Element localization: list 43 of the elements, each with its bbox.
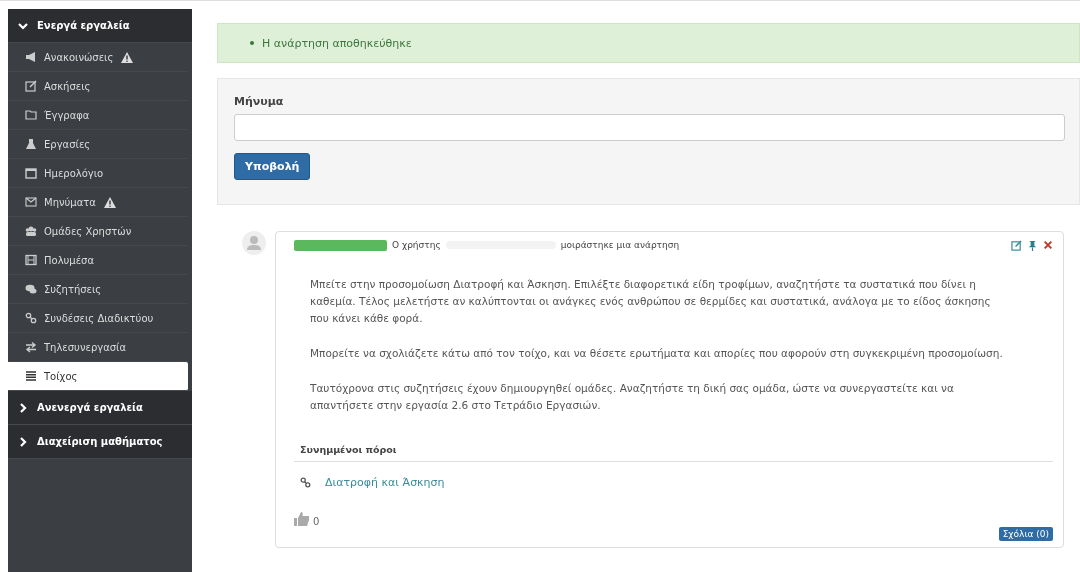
post-action: μοιράστηκε μια ανάρτηση: [560, 240, 680, 250]
section-header[interactable]: Ανενεργά εργαλεία: [8, 391, 192, 425]
resource-link[interactable]: Διατροφή και Άσκηση: [325, 476, 445, 489]
alert-message: Η ανάρτηση αποθηκεύθηκε: [262, 36, 412, 50]
author-prefix: Ο χρήστης: [392, 240, 441, 250]
thumbs-up-icon[interactable]: [294, 511, 310, 527]
sidebar-item[interactable]: Τοίχος: [8, 362, 188, 391]
sidebar-item[interactable]: Ημερολόγιο: [8, 159, 188, 188]
field-label: Μήνυμα: [234, 95, 284, 108]
post-paragraph: Μπείτε στην προσομοίωση Διατροφή και Άσκηση. Επιλέξτε διαφορετικά είδη τροφίμων, αναζητήστε τα συστατικά που δίνει η καθεμία. Τέλος μελετήστε αν καλύπτονται οι ανάγκες ενός ανθρώπου σε θερμίδες και συστατικά, ανάλογα με το είδος άσκησης που κάνει κάθε φορά.: [310, 277, 992, 326]
sidebar-item[interactable]: Ανακοινώσεις: [8, 43, 188, 72]
comments-button[interactable]: Σχόλια (0): [998, 527, 1053, 541]
sidebar-item[interactable]: Συνδέσεις Διαδικτύου: [8, 304, 188, 333]
post-paragraph: Μπορείτε να σχολιάζετε κάτω από τον τοίχο, και να θέσετε ερωτήματα και απορίες που αφορούν στη συγκεκριμένη προσομοίωση.: [310, 346, 1004, 361]
avatar-icon: [242, 231, 266, 255]
film-icon: [25, 254, 37, 266]
envelope-icon: [25, 196, 37, 208]
post-paragraph: Ταυτόχρονα στις συζητήσεις έχουν δημιουργηθεί ομάδες. Αναζητήστε τη δική σας ομάδα, ώστε να συνεργαστείτε και να απαντήσετε στην εργασία 2.6 στο Τετράδιο Εργασιών.: [310, 381, 955, 413]
resources-heading: Συνημμένοι πόροι: [294, 432, 1053, 462]
sidebar-item[interactable]: Ασκήσεις: [8, 72, 188, 101]
pin-icon[interactable]: [1027, 239, 1038, 251]
sidebar-item[interactable]: Συζητήσεις: [8, 275, 188, 304]
sidebar-item[interactable]: Μηνύματα: [8, 188, 188, 217]
link-icon: [25, 312, 37, 324]
megaphone-icon: [25, 51, 37, 63]
chat-icon: [25, 283, 37, 295]
like-count: 0: [313, 516, 320, 527]
edit-icon[interactable]: [1011, 239, 1022, 251]
link-icon: [300, 477, 311, 488]
exchange-icon: [25, 341, 37, 353]
sidebar-item[interactable]: Πολυμέσα: [8, 246, 188, 275]
flask-icon: [25, 138, 37, 150]
section-header[interactable]: Διαχείριση μαθήματος: [8, 425, 192, 459]
message-field[interactable]: [234, 114, 1065, 141]
list-icon: [25, 370, 37, 382]
section-header[interactable]: Ενεργά εργαλεία: [8, 9, 192, 43]
sidebar-item[interactable]: Έγγραφα: [8, 101, 188, 130]
edit-icon: [25, 80, 37, 92]
sidebar-item[interactable]: Ομάδες Χρηστών: [8, 217, 188, 246]
close-icon[interactable]: [1043, 240, 1053, 250]
folder-icon: [25, 109, 37, 121]
sidebar-item[interactable]: Εργασίες: [8, 130, 188, 159]
submit-button[interactable]: Υποβολή: [234, 153, 311, 180]
